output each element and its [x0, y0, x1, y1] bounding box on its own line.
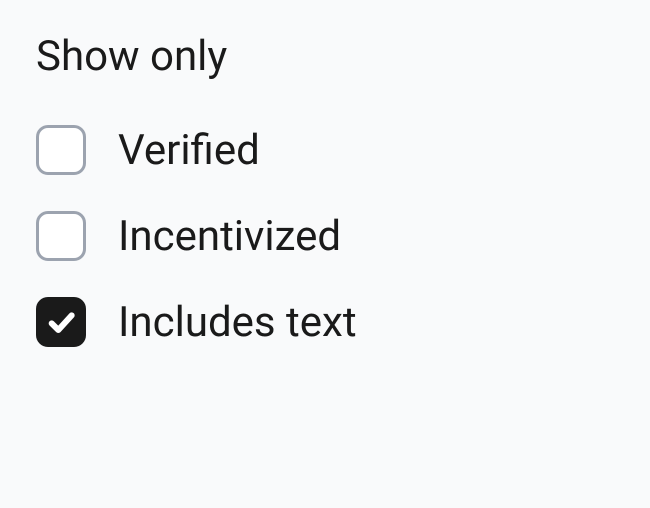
filter-heading: Show only — [36, 32, 614, 81]
filter-option-verified[interactable]: Verified — [36, 125, 614, 175]
filter-option-label: Includes text — [118, 298, 357, 347]
filter-option-label: Verified — [118, 126, 260, 175]
checkbox-incentivized[interactable] — [36, 211, 86, 261]
checkmark-icon — [45, 306, 77, 338]
filter-option-incentivized[interactable]: Incentivized — [36, 211, 614, 261]
checkbox-verified[interactable] — [36, 125, 86, 175]
filter-option-label: Incentivized — [118, 212, 341, 261]
checkbox-includes-text[interactable] — [36, 297, 86, 347]
filter-option-includes-text[interactable]: Includes text — [36, 297, 614, 347]
